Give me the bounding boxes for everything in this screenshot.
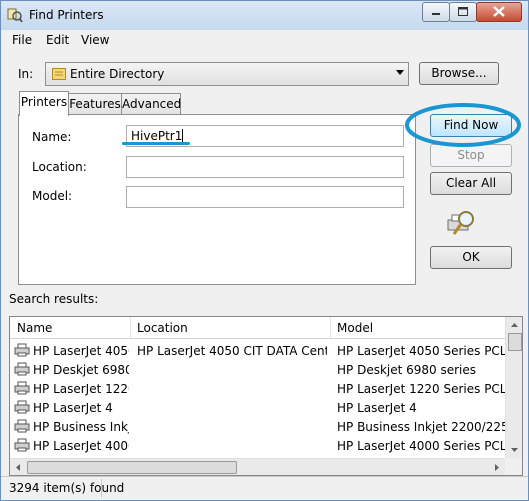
row-name: HP Business Inkj... (33, 420, 129, 434)
row-model: HP Business Inkjet 2200/2250 (H (337, 420, 505, 434)
row-model: HP Deskjet 6980 series (337, 363, 477, 377)
printer-icon (14, 438, 30, 452)
close-button[interactable] (476, 2, 522, 22)
printer-icon (14, 362, 30, 376)
row-name: HP LaserJet 4050... (33, 344, 129, 358)
search-results-label: Search results: (9, 292, 99, 306)
close-icon (493, 6, 505, 17)
name-field-highlight-underline (122, 142, 190, 145)
menu-edit[interactable]: Edit (46, 33, 69, 47)
tab-printers[interactable]: Printers (19, 91, 69, 116)
column-header-name[interactable]: Name (17, 321, 52, 335)
model-field[interactable] (126, 186, 404, 208)
horizontal-scroll-thumb[interactable] (27, 461, 237, 474)
find-now-highlight-ellipse (405, 103, 521, 147)
printer-icon (14, 400, 30, 414)
minimize-button[interactable] (422, 2, 450, 22)
scroll-left-icon (16, 464, 20, 471)
tab-advanced[interactable]: Advanced (121, 93, 181, 114)
status-divider (101, 479, 102, 497)
vertical-scroll-thumb[interactable] (508, 333, 522, 351)
menu-file[interactable]: File (12, 33, 32, 47)
scroll-up-icon (511, 323, 518, 327)
menu-view[interactable]: View (81, 33, 109, 47)
name-label: Name: (32, 130, 72, 144)
column-divider[interactable] (130, 317, 131, 338)
table-row[interactable]: HP LaserJet 4000... HP LaserJet 4000 Ser… (10, 436, 505, 455)
menu-bar: File Edit View (1, 30, 528, 50)
model-label: Model: (32, 189, 73, 203)
search-results-list[interactable]: Name Location Model HP LaserJet 4050... … (9, 316, 523, 476)
chevron-down-icon (396, 70, 404, 75)
status-bar: 3294 item(s) found (1, 476, 528, 500)
table-row[interactable]: HP LaserJet 4 HP LaserJet 4 (10, 398, 505, 417)
row-name: HP LaserJet 4000... (33, 439, 129, 453)
row-model: HP LaserJet 4050 Series PCL (337, 344, 505, 358)
row-name: HP Deskjet 6980 ... (33, 363, 129, 377)
scroll-down-icon (511, 448, 518, 452)
scope-value: Entire Directory (70, 67, 165, 81)
scroll-right-icon (495, 464, 499, 471)
vertical-scrollbar[interactable] (505, 317, 522, 458)
row-model: HP LaserJet 4000 Series PCL6 (337, 439, 505, 453)
tab-features[interactable]: Features (68, 93, 122, 114)
scope-label: In: (18, 67, 34, 81)
scope-dropdown[interactable]: Entire Directory (45, 62, 409, 86)
clear-all-button[interactable]: Clear All (430, 172, 512, 195)
title-bar[interactable]: Find Printers (1, 1, 528, 30)
printer-icon (14, 343, 30, 357)
horizontal-scrollbar[interactable] (10, 458, 505, 475)
table-row[interactable]: HP LaserJet 1220... HP LaserJet 1220 Ser… (10, 379, 505, 398)
search-printer-icon (447, 211, 474, 235)
window-title: Find Printers (29, 8, 104, 22)
row-location: HP LaserJet 4050 CIT DATA Center (137, 344, 327, 358)
location-field[interactable] (126, 156, 404, 178)
row-name: HP LaserJet 4 (33, 401, 113, 415)
results-header: Name Location Model (10, 317, 505, 339)
name-value: HivePtr1 (131, 129, 184, 143)
row-model: HP LaserJet 4 (337, 401, 417, 415)
app-printer-icon (7, 8, 23, 23)
scrollbar-corner (505, 458, 522, 475)
printer-icon (14, 381, 30, 395)
folder-icon (52, 68, 66, 80)
browse-button[interactable]: Browse... (419, 62, 499, 85)
column-header-location[interactable]: Location (137, 321, 188, 335)
row-model: HP LaserJet 1220 Series PCL (337, 382, 505, 396)
maximize-icon (458, 7, 468, 16)
maximize-button[interactable] (449, 2, 477, 22)
table-row[interactable]: HP Business Inkj... HP Business Inkjet 2… (10, 417, 505, 436)
table-row[interactable]: HP Deskjet 6980 ... HP Deskjet 6980 seri… (10, 360, 505, 379)
location-label: Location: (32, 160, 87, 174)
row-name: HP LaserJet 1220... (33, 382, 129, 396)
status-text: 3294 item(s) found (9, 481, 125, 495)
table-row[interactable]: HP LaserJet 4050... HP LaserJet 4050 CIT… (10, 341, 505, 360)
printer-icon (14, 419, 30, 433)
minimize-icon (432, 13, 440, 15)
column-header-model[interactable]: Model (337, 321, 373, 335)
ok-button[interactable]: OK (430, 246, 512, 269)
column-divider[interactable] (330, 317, 331, 338)
find-printers-window: Find Printers File Edit View In: Entire … (0, 0, 529, 501)
